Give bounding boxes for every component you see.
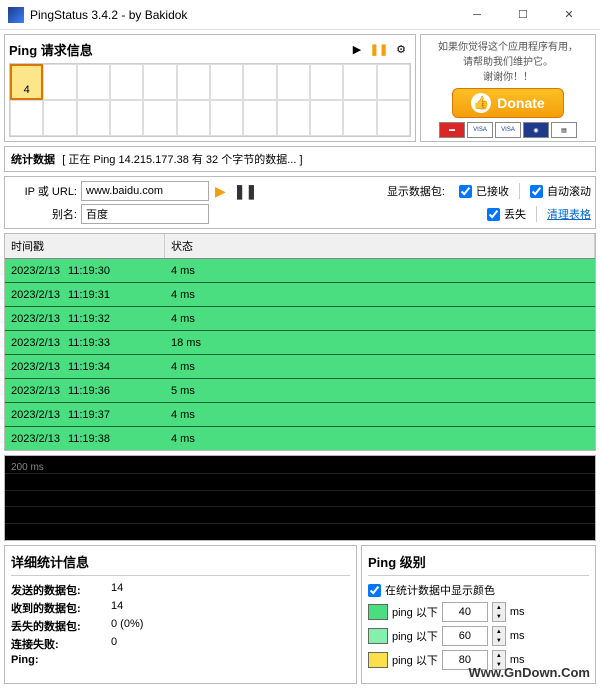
level-header: Ping 级别 bbox=[368, 552, 589, 576]
ping-table: 时间戳 状态 2023/2/1311:19:304 ms2023/2/1311:… bbox=[4, 233, 596, 451]
table-row[interactable]: 2023/2/1311:19:3318 ms bbox=[5, 331, 595, 355]
table-row[interactable]: 2023/2/1311:19:384 ms bbox=[5, 427, 595, 450]
alias-input[interactable] bbox=[81, 204, 209, 224]
grid-cell-active[interactable]: 4 bbox=[10, 64, 43, 100]
titlebar: PingStatus 3.4.2 - by Bakidok ─ ☐ ✕ bbox=[0, 0, 600, 30]
lost-checkbox[interactable]: 丢失 bbox=[487, 206, 526, 222]
graph-ylabel: 200 ms bbox=[11, 462, 44, 473]
donate-text: 如果你觉得这个应用程序有用， bbox=[438, 41, 578, 54]
donate-button[interactable]: 👍 Donate bbox=[452, 88, 563, 118]
col-timestamp[interactable]: 时间戳 bbox=[5, 234, 165, 258]
color-swatch bbox=[368, 652, 388, 668]
clear-table-link[interactable]: 清理表格 bbox=[547, 206, 591, 222]
request-grid[interactable]: 4 bbox=[9, 63, 411, 137]
stats-header: 统计数据 [ 正在 Ping 14.215.177.38 有 32 个字节的数据… bbox=[4, 146, 596, 172]
alias-label: 别名: bbox=[9, 206, 77, 222]
show-packets-label: 显示数据包: bbox=[387, 183, 445, 199]
show-color-checkbox[interactable]: 在统计数据中显示颜色 bbox=[368, 582, 589, 598]
table-row[interactable]: 2023/2/1311:19:344 ms bbox=[5, 355, 595, 379]
color-swatch bbox=[368, 604, 388, 620]
table-row[interactable]: 2023/2/1311:19:324 ms bbox=[5, 307, 595, 331]
spinner[interactable]: ▲▼ bbox=[492, 602, 506, 622]
level-value-input[interactable] bbox=[442, 626, 488, 646]
close-button[interactable]: ✕ bbox=[546, 0, 592, 30]
window-title: PingStatus 3.4.2 - by Bakidok bbox=[30, 8, 454, 22]
ping-graph: 200 ms bbox=[4, 455, 596, 541]
table-row[interactable]: 2023/2/1311:19:365 ms bbox=[5, 379, 595, 403]
donate-text: 谢谢你！！ bbox=[483, 71, 533, 84]
level-row: ping 以下 ▲▼ ms bbox=[368, 650, 589, 670]
detail-stats-panel: 详细统计信息 发送的数据包:14 收到的数据包:14 丢失的数据包:0 (0%)… bbox=[4, 545, 357, 684]
app-icon bbox=[8, 7, 24, 23]
table-row[interactable]: 2023/2/1311:19:304 ms bbox=[5, 259, 595, 283]
play-button[interactable]: ▶ bbox=[215, 183, 226, 200]
level-row: ping 以下 ▲▼ ms bbox=[368, 602, 589, 622]
donate-text: 请帮助我们维护它。 bbox=[463, 56, 553, 69]
table-header: 时间戳 状态 bbox=[5, 234, 595, 259]
col-status[interactable]: 状态 bbox=[165, 234, 595, 258]
pause-all-button[interactable]: ❚❚ bbox=[369, 39, 389, 59]
autoscroll-checkbox[interactable]: 自动滚动 bbox=[530, 183, 591, 199]
level-value-input[interactable] bbox=[442, 650, 488, 670]
maximize-button[interactable]: ☐ bbox=[500, 0, 546, 30]
url-input[interactable] bbox=[81, 181, 209, 201]
ping-level-panel: Ping 级别 在统计数据中显示颜色 ping 以下 ▲▼ ms ping 以下… bbox=[361, 545, 596, 684]
minimize-button[interactable]: ─ bbox=[454, 0, 500, 30]
play-all-button[interactable]: ▶ bbox=[347, 39, 367, 59]
pause-button[interactable]: ❚❚ bbox=[234, 183, 257, 200]
table-row[interactable]: 2023/2/1311:19:314 ms bbox=[5, 283, 595, 307]
table-row[interactable]: 2023/2/1311:19:374 ms bbox=[5, 403, 595, 427]
color-swatch bbox=[368, 628, 388, 644]
level-row: ping 以下 ▲▼ ms bbox=[368, 626, 589, 646]
input-panel: IP 或 URL: ▶ ❚❚ 显示数据包: 已接收 自动滚动 别名: 丢失 清理… bbox=[4, 176, 596, 229]
thumb-icon: 👍 bbox=[471, 93, 491, 113]
request-header: Ping 请求信息 bbox=[9, 40, 345, 59]
payment-cards: ▬ VISA VISA ◉ ▤ bbox=[439, 122, 577, 138]
settings-button[interactable]: ⚙ bbox=[391, 39, 411, 59]
spinner[interactable]: ▲▼ bbox=[492, 650, 506, 670]
detail-header: 详细统计信息 bbox=[11, 552, 350, 576]
table-body[interactable]: 2023/2/1311:19:304 ms2023/2/1311:19:314 … bbox=[5, 259, 595, 450]
spinner[interactable]: ▲▼ bbox=[492, 626, 506, 646]
received-checkbox[interactable]: 已接收 bbox=[459, 183, 509, 199]
level-value-input[interactable] bbox=[442, 602, 488, 622]
url-label: IP 或 URL: bbox=[9, 183, 77, 199]
request-panel: Ping 请求信息 ▶ ❚❚ ⚙ 4 bbox=[4, 34, 416, 142]
donate-panel: 如果你觉得这个应用程序有用， 请帮助我们维护它。 谢谢你！！ 👍 Donate … bbox=[420, 34, 596, 142]
